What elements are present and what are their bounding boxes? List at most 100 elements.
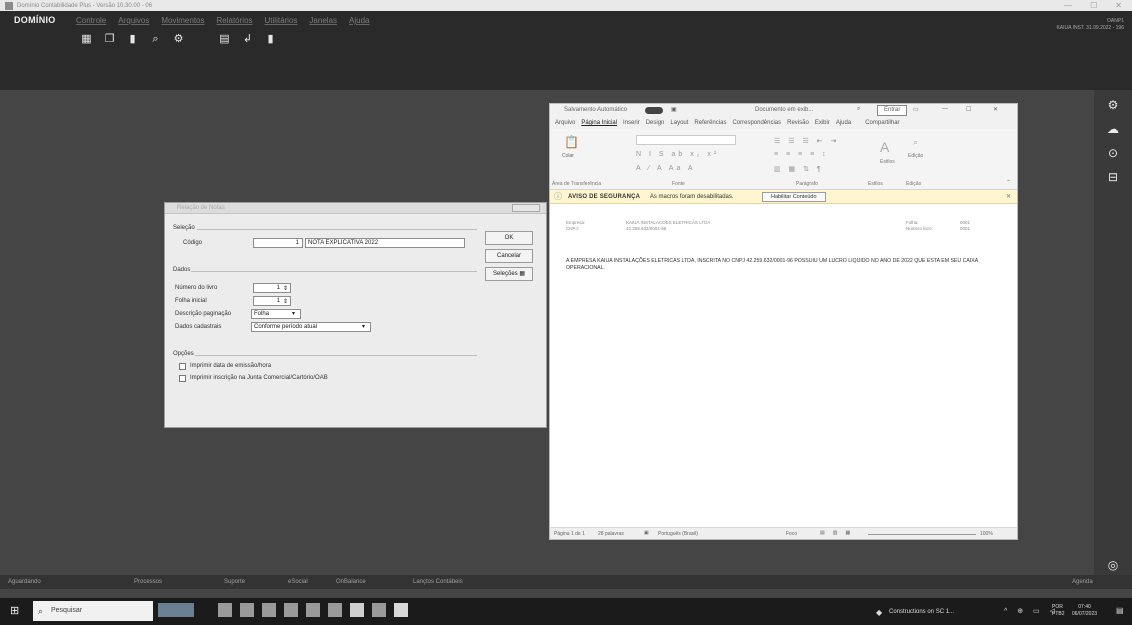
menu-movimentos[interactable]: Movimentos (161, 16, 204, 25)
menu-controle[interactable]: Controle (76, 16, 106, 25)
file-explorer-icon[interactable] (262, 603, 276, 617)
save-icon[interactable]: ▣ (671, 106, 677, 113)
tab-arquivo[interactable]: Arquivo (555, 120, 575, 126)
tab-exibir[interactable]: Exibir (815, 120, 830, 126)
status-zoom[interactable]: 100% (980, 531, 993, 537)
folha-inicial-stepper-icon[interactable]: ⇕ (283, 298, 288, 305)
numero-livro-stepper-icon[interactable]: ⇕ (283, 285, 288, 292)
clock-time[interactable]: 07:40 (1072, 604, 1097, 611)
lang-line2[interactable]: PTB2 (1052, 611, 1065, 618)
dialog-window-controls[interactable] (512, 204, 540, 212)
minimize-button[interactable]: — (1064, 0, 1072, 11)
excel-icon[interactable] (372, 603, 386, 617)
share-button[interactable]: Compartilhar (865, 120, 899, 126)
alert-close-icon[interactable]: ✕ (1006, 190, 1011, 204)
mail-icon[interactable] (306, 603, 320, 617)
weather-text[interactable]: Constructions on SC 1... (889, 609, 954, 615)
status-words[interactable]: 28 palavras (598, 531, 624, 537)
codigo-number-field[interactable]: 1 (253, 238, 303, 248)
blank-icon[interactable] (195, 33, 208, 46)
clock-date[interactable]: 06/07/2023 (1072, 611, 1097, 618)
menu-relatorios[interactable]: Relatórios (217, 16, 253, 25)
chrome-icon[interactable] (328, 603, 342, 617)
chevron-down-icon[interactable]: ▾ (292, 310, 295, 317)
maximize-button[interactable]: ☐ (1090, 0, 1097, 11)
selections-button[interactable]: Seleções ▦ (485, 267, 533, 281)
chat-icon[interactable]: ◎ (1094, 558, 1132, 572)
dominio-app-icon[interactable] (350, 603, 364, 617)
tab-referencias[interactable]: Referências (694, 120, 726, 126)
status-focus[interactable]: Foco (786, 531, 797, 537)
dados-cadastrais-select[interactable]: Conforme período atual (251, 322, 371, 332)
calculator-icon[interactable]: ▤ (218, 33, 231, 46)
grid-icon[interactable]: ▦ (80, 33, 93, 46)
align-buttons[interactable]: ≡ ≡ ≡ ≡ ↕ (774, 151, 829, 158)
word-minimize-icon[interactable]: — (942, 106, 948, 112)
paragraph-buttons[interactable]: ▥ ▦ ⇅ ¶ (774, 165, 824, 173)
tab-layout[interactable]: Layout (670, 120, 688, 126)
status-processes[interactable]: Processos (134, 579, 162, 585)
document-page[interactable]: Empresa: CNPJ: KAIUA INSTALACOES ELETRIC… (550, 205, 1017, 527)
tab-ajuda[interactable]: Ajuda (836, 120, 851, 126)
collapse-ribbon-icon[interactable]: ⌃ (1006, 179, 1011, 186)
arrow-icon[interactable]: ↲ (241, 33, 254, 46)
tab-revisao[interactable]: Revisão (787, 120, 809, 126)
word-close-icon[interactable]: ✕ (993, 106, 998, 113)
cloud-icon[interactable]: ☁ (1094, 122, 1132, 136)
task-view-icon[interactable] (218, 603, 232, 617)
settings-icon[interactable]: ⚙ (1094, 98, 1132, 112)
word-search-icon[interactable]: ⌕ (857, 106, 860, 113)
ribbon-display-icon[interactable]: ▭ (913, 106, 919, 113)
status-agenda[interactable]: Agenda (1072, 579, 1093, 585)
menu-arquivos[interactable]: Arquivos (118, 16, 149, 25)
view-mode-icons[interactable]: ▤▥▦ (820, 530, 858, 536)
list-buttons[interactable]: ☰ ☰ ☰ ⇤ ⇥ (774, 137, 839, 145)
paste-icon[interactable]: 📋 (564, 135, 579, 149)
signin-button[interactable]: Entrar (877, 105, 908, 116)
status-language[interactable]: Português (Brasil) (658, 531, 698, 537)
status-onbalance[interactable]: OnBalance (336, 579, 366, 585)
weather-alert-icon[interactable]: ◆ (876, 608, 882, 617)
menu-ajuda[interactable]: Ajuda (349, 16, 369, 25)
tab-pagina-inicial[interactable]: Página Inicial (581, 120, 617, 126)
taskbar-search[interactable]: ⌕ Pesquisar (33, 601, 153, 621)
play-icon[interactable]: ⊙ (1094, 146, 1132, 160)
close-button[interactable]: ✕ (1115, 0, 1122, 11)
gear-icon[interactable]: ⚙ (172, 33, 185, 46)
menu-janelas[interactable]: Janelas (309, 16, 337, 25)
windows-start-icon[interactable]: ⊞ (10, 604, 19, 617)
enable-content-button[interactable]: Habilitar Conteúdo (762, 192, 826, 202)
autosave-toggle[interactable] (645, 107, 663, 114)
tab-correspondencias[interactable]: Correspondências (732, 120, 781, 126)
edit-search-icon[interactable]: ⌕ (913, 137, 918, 148)
word-restore-icon[interactable]: ☐ (966, 106, 971, 113)
chevron-down-icon[interactable]: ▾ (362, 323, 365, 330)
notifications-icon[interactable]: ▤ (1116, 606, 1124, 615)
proofing-icon[interactable]: ▣ (644, 530, 649, 536)
codigo-description-field[interactable]: NOTA EXPLICATIVA 2022 (305, 238, 465, 248)
weather-widget-icon[interactable] (158, 603, 194, 617)
menu-utilitarios[interactable]: Utilitários (265, 16, 298, 25)
system-tray-icons[interactable]: ^ ⊕ ▭ ◁ (1004, 607, 1059, 615)
copy-icon[interactable]: ❐ (103, 33, 116, 46)
word-app-icon[interactable] (394, 603, 408, 617)
edge-icon[interactable] (240, 603, 254, 617)
lang-line1[interactable]: POR (1052, 604, 1065, 611)
search-icon[interactable]: ⌕ (149, 33, 162, 46)
ok-button[interactable]: OK (485, 231, 533, 245)
font-format-buttons[interactable]: N I S ab x₂ x² (636, 151, 719, 158)
tab-inserir[interactable]: Inserir (623, 120, 640, 126)
status-support[interactable]: Suporte (224, 579, 245, 585)
styles-icon[interactable]: A (880, 139, 889, 155)
bookmark-icon[interactable]: ▮ (264, 33, 277, 46)
font-name-box[interactable] (636, 135, 736, 145)
cancel-button[interactable]: Cancelar (485, 249, 533, 263)
zoom-slider[interactable] (868, 534, 976, 535)
status-page[interactable]: Página 1 de 1 (554, 531, 585, 537)
registration-checkbox[interactable] (179, 375, 186, 382)
user-icon[interactable]: ⊟ (1094, 170, 1132, 184)
document-icon[interactable]: ▮ (126, 33, 139, 46)
status-lancamentos[interactable]: Lançtos Contábeis (413, 579, 463, 585)
emission-date-checkbox[interactable] (179, 363, 186, 370)
tab-design[interactable]: Design (646, 120, 665, 126)
